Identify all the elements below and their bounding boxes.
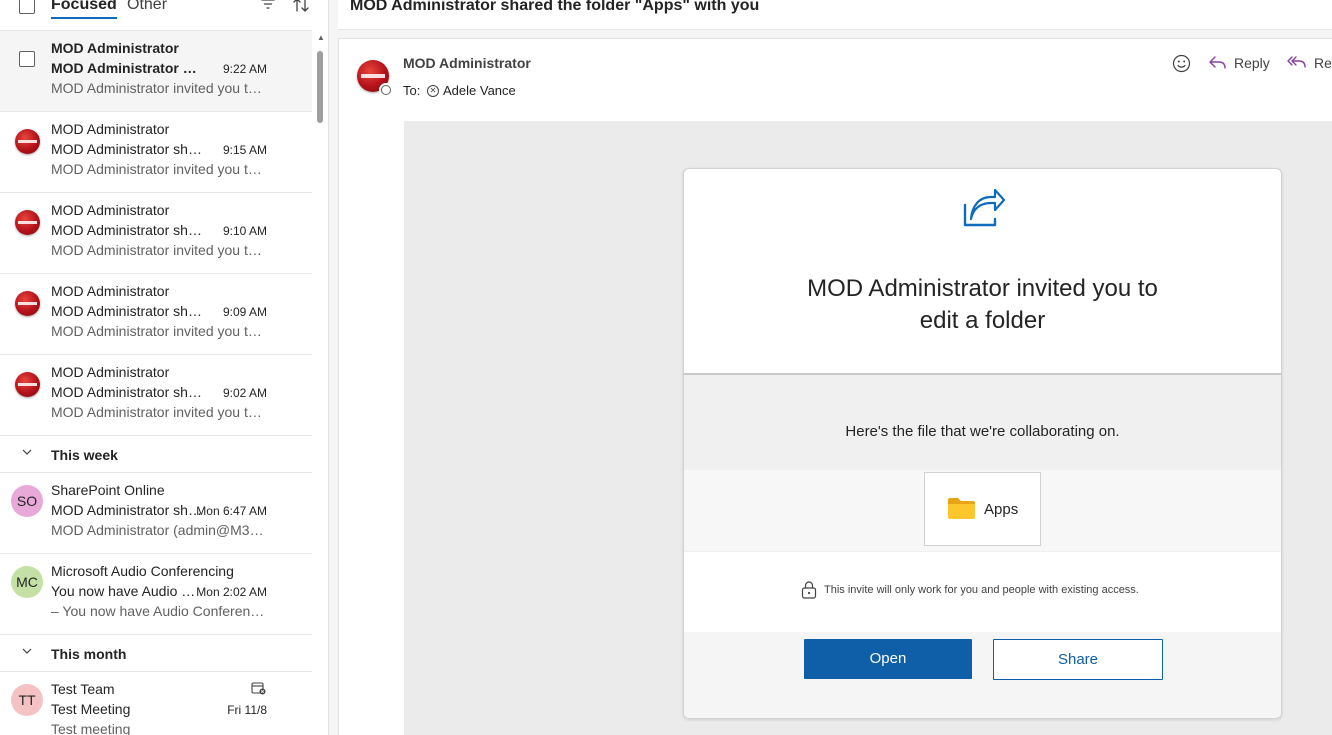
reply-all-icon [1287, 56, 1306, 68]
invite-title: MOD Administrator invited you to edit a … [684, 273, 1281, 337]
message-subject: MOD Administrator shared a file with you [51, 502, 203, 518]
sender-avatar: SO [11, 485, 43, 517]
to-label: To: [403, 83, 421, 98]
subject-bar: MOD Administrator shared the folder "App… [338, 0, 1332, 30]
message-list-item[interactable]: SO SharePoint Online MOD Administrator sha… [0, 473, 312, 554]
message-list-item[interactable]: MOD Administrator MOD Administrator share… [0, 355, 312, 436]
sender-avatar [15, 291, 40, 316]
calendar-cancel-icon [251, 682, 266, 695]
message-preview: MOD Administrator invited you to edit a … [51, 80, 267, 96]
reading-pane: MOD Administrator shared the folder "App… [330, 0, 1332, 735]
group-header[interactable]: This month [0, 635, 312, 672]
message-subject: Test Meeting [51, 701, 131, 717]
sort-icon[interactable] [291, 0, 311, 19]
message-sender: MOD Administrator [51, 40, 179, 56]
scroll-up-arrow-icon[interactable]: ▲ [317, 33, 325, 42]
message-preview: Test meeting [51, 721, 131, 735]
message-list-item[interactable]: MOD Administrator MOD Administrator share… [0, 112, 312, 193]
message-time: 9:02 AM [222, 386, 267, 400]
message-select-checkbox[interactable] [19, 51, 35, 67]
message-sender: SharePoint Online [51, 482, 165, 498]
message-subject: MOD Administrator shared the folder with… [51, 141, 203, 157]
message-preview: MOD Administrator invited you to edit a … [51, 404, 267, 420]
tab-focused[interactable]: Focused [51, 0, 117, 19]
sender-avatar: MC [11, 566, 43, 598]
message-list-header: Focused Other [0, 0, 312, 31]
shared-folder-tile[interactable]: Apps [924, 472, 1041, 546]
message-preview: MOD Administrator invited you to edit a … [51, 242, 267, 258]
recipient-status-icon: ✕ [427, 85, 439, 97]
presence-status-icon [379, 83, 393, 97]
message-subject: MOD Administrator shared the folder with… [51, 303, 203, 319]
message-sender: MOD Administrator [51, 121, 170, 137]
message-sender: Microsoft Audio Conferencing [51, 563, 234, 579]
invite-title-line-2: edit a folder [919, 307, 1046, 334]
outlook-window: Focused Other MOD Administrator MOD Admin… [0, 0, 1332, 735]
message-time: Mon 2:02 AM [196, 585, 267, 599]
message-list-item[interactable]: MC Microsoft Audio Conferencing You now ha… [0, 554, 312, 635]
sender-name[interactable]: MOD Administrator [403, 55, 531, 71]
share-button[interactable]: Share [993, 639, 1163, 680]
message-time: 9:15 AM [222, 143, 267, 157]
reply-all-label: Reply all [1314, 55, 1332, 71]
message-list-item[interactable]: MOD Administrator MOD Administrator share… [0, 274, 312, 355]
message-list-item[interactable]: MOD Administrator MOD Administrator share… [0, 31, 312, 112]
chevron-down-icon[interactable] [21, 446, 33, 461]
lock-icon [801, 581, 817, 599]
message-card: MOD Administrator To: ✕ Adele Vance Repl… [338, 38, 1332, 735]
reply-icon [1209, 56, 1226, 69]
message-time: Mon 6:47 AM [196, 504, 267, 518]
collaboration-text: Here's the file that we're collaborating… [845, 423, 1120, 440]
filter-icon[interactable] [260, 0, 276, 17]
message-sender: MOD Administrator [51, 202, 170, 218]
message-preview: – You now have Audio Conferencing [51, 603, 267, 619]
message-time: 9:22 AM [222, 62, 267, 76]
group-header[interactable]: This week [0, 436, 312, 473]
recipient-name[interactable]: Adele Vance [443, 83, 516, 98]
message-time: 9:09 AM [222, 305, 267, 319]
action-band [684, 632, 1281, 718]
chevron-down-icon[interactable] [21, 645, 33, 660]
group-label: This week [51, 447, 118, 463]
message-preview: MOD Administrator invited you to edit a … [51, 161, 267, 177]
message-subject: You now have Audio Conferencing [51, 583, 203, 599]
invite-title-line-1: MOD Administrator invited you to [807, 275, 1158, 302]
message-time: Fri 11/8 [227, 703, 267, 717]
reply-all-button[interactable]: Reply all [1287, 55, 1332, 71]
message-preview: MOD Administrator invited you to edit a … [51, 323, 267, 339]
emoji-reaction-icon[interactable] [1172, 54, 1191, 73]
folder-icon [948, 498, 975, 519]
email-subject: MOD Administrator shared the folder "App… [350, 0, 760, 14]
tab-other[interactable]: Other [127, 0, 167, 14]
sender-avatar: TT [11, 684, 43, 716]
message-preview: MOD Administrator (admin@M365x.onmicroso… [51, 522, 267, 538]
sender-avatar [15, 210, 40, 235]
scroll-thumb[interactable] [317, 51, 323, 123]
message-sender: MOD Administrator [51, 364, 170, 380]
share-arrow-icon [961, 188, 1006, 229]
message-time: 9:10 AM [222, 224, 267, 238]
access-notice: This invite will only work for you and p… [824, 584, 1139, 596]
message-list-pane: Focused Other MOD Administrator MOD Admin… [0, 0, 329, 735]
shared-folder-name: Apps [984, 501, 1019, 518]
sender-avatar [15, 372, 40, 397]
message-subject: MOD Administrator shared the folder with… [51, 384, 203, 400]
message-subject: MOD Administrator shared the folder "App… [51, 60, 203, 76]
email-body: MOD Administrator invited you to edit a … [404, 121, 1332, 735]
sender-avatar [15, 129, 40, 154]
message-sender: MOD Administrator [51, 283, 170, 299]
open-button[interactable]: Open [804, 639, 972, 679]
group-label: This month [51, 646, 127, 662]
reply-button[interactable]: Reply [1209, 55, 1270, 71]
select-all-checkbox[interactable] [19, 0, 35, 14]
message-subject: MOD Administrator shared the folder with… [51, 222, 203, 238]
message-sender: Test Team [51, 681, 115, 697]
message-list-scrollbar[interactable]: ▲ [313, 31, 328, 735]
reply-label: Reply [1234, 55, 1270, 71]
share-invite-card: MOD Administrator invited you to edit a … [683, 168, 1282, 719]
message-list-item[interactable]: MOD Administrator MOD Administrator share… [0, 193, 312, 274]
message-list-item[interactable]: TT Test Team Test Meeting Fri 11/8 Test meet… [0, 672, 312, 735]
